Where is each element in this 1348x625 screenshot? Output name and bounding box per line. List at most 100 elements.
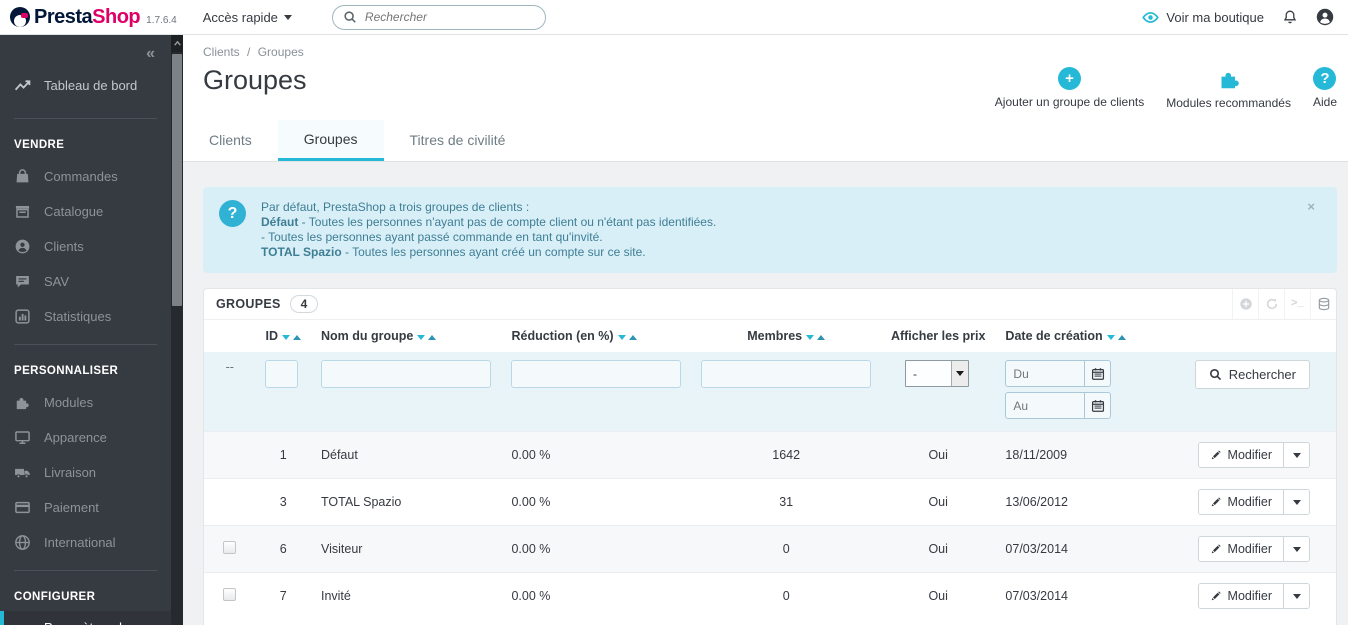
sidebar-section-configurer: CONFIGURER — [14, 591, 96, 603]
calendar-icon[interactable] — [1084, 361, 1110, 386]
sort-desc-icon — [617, 335, 626, 340]
modify-button[interactable]: Modifier — [1198, 537, 1283, 561]
breadcrumb-current: Groupes — [257, 45, 304, 59]
add-group-label: Ajouter un groupe de clients — [994, 95, 1145, 109]
sort-icons[interactable] — [617, 329, 637, 343]
modify-button[interactable]: Modifier — [1198, 584, 1283, 608]
sidebar-collapse-icon[interactable]: « — [146, 45, 155, 62]
plus-circle-icon: + — [1058, 67, 1082, 90]
show-prices-filter-select[interactable]: - — [904, 360, 969, 387]
sort-icons[interactable] — [417, 329, 437, 343]
reduction-filter-input[interactable] — [511, 360, 682, 388]
modify-button[interactable]: Modifier — [1198, 490, 1283, 514]
sidebar-item-sav[interactable]: SAV — [0, 264, 171, 299]
sidebar-item-statistiques[interactable]: Statistiques — [0, 299, 171, 334]
row-actions-dropdown[interactable] — [1283, 584, 1309, 608]
sidebar-item-label: Tableau de bord — [44, 78, 138, 93]
brand-shop: Shop — [92, 5, 141, 28]
puzzle-icon — [1217, 67, 1241, 91]
chat-bubble-icon — [14, 273, 31, 290]
account-avatar-icon[interactable] — [1316, 8, 1334, 26]
sidebar-scrollbar[interactable] — [171, 35, 183, 625]
tab-clients[interactable]: Clients — [183, 120, 278, 161]
database-icon[interactable] — [1310, 289, 1336, 319]
sort-asc-icon — [428, 335, 437, 340]
name-filter-input[interactable] — [320, 360, 492, 388]
cell-members: 0 — [691, 572, 881, 619]
column-created[interactable]: Date de création — [995, 320, 1184, 352]
row-actions-dropdown[interactable] — [1283, 443, 1309, 467]
notifications-bell-icon[interactable] — [1282, 9, 1298, 25]
sidebar-item-label: Paramètres de la boutique — [44, 620, 138, 625]
modify-button[interactable]: Modifier — [1198, 443, 1283, 467]
search-input[interactable] — [364, 10, 515, 24]
tab-titres-de-civilite[interactable]: Titres de civilité — [384, 120, 532, 161]
members-filter-input[interactable] — [701, 360, 871, 388]
puzzle-icon — [14, 394, 31, 411]
recommended-modules-button[interactable]: Modules recommandés — [1166, 67, 1291, 110]
date-to-input[interactable] — [1006, 393, 1085, 418]
cell-id: 1 — [255, 431, 311, 479]
sidebar-item-modules[interactable]: Modules — [0, 385, 171, 420]
date-from-input[interactable] — [1006, 361, 1085, 386]
sort-icons[interactable] — [281, 329, 301, 343]
global-search[interactable] — [331, 4, 546, 30]
info-alert: ? Par défaut, PrestaShop a trois groupes… — [203, 187, 1337, 273]
sort-asc-icon — [292, 335, 301, 340]
table-row[interactable]: 6 Visiteur 0.00 % 0 Oui 07/03/2014 Modif… — [204, 525, 1336, 573]
calendar-icon[interactable] — [1084, 393, 1110, 418]
tabbar: Clients Groupes Titres de civilité — [183, 120, 1348, 162]
table-row[interactable]: 3 TOTAL Spazio 0.00 % 31 Oui 13/06/2012 — [204, 478, 1336, 526]
help-button[interactable]: ? Aide — [1313, 67, 1337, 110]
filter-row: -- - Du Au Rechercher — [204, 352, 1336, 432]
trending-up-icon — [14, 77, 31, 94]
row-actions-dropdown[interactable] — [1283, 537, 1309, 561]
shopping-bag-icon — [14, 168, 31, 185]
filter-search-button[interactable]: Rechercher — [1194, 360, 1310, 389]
sidebar-item-apparence[interactable]: Apparence — [0, 420, 171, 455]
table-row[interactable]: 7 Invité 0.00 % 0 Oui 07/03/2014 Modifie… — [204, 572, 1336, 619]
prestashop-logo[interactable]: Presta Shop 1.7.6.4 — [10, 6, 177, 29]
breadcrumb-parent[interactable]: Clients — [203, 45, 240, 59]
add-group-button[interactable]: + Ajouter un groupe de clients — [995, 67, 1144, 110]
eye-icon — [1142, 9, 1160, 26]
sidebar-item-international[interactable]: International — [0, 525, 171, 560]
topbar: Presta Shop 1.7.6.4 Accès rapide Voir ma… — [0, 0, 1348, 35]
id-filter-input[interactable] — [265, 360, 299, 388]
console-icon[interactable]: >_ — [1284, 289, 1310, 319]
refresh-icon[interactable] — [1258, 289, 1284, 319]
scrollbar-up-icon[interactable] — [171, 35, 183, 52]
sidebar-item-commandes[interactable]: Commandes — [0, 159, 171, 194]
sidebar-item-dashboard[interactable]: Tableau de bord — [0, 65, 171, 108]
column-name[interactable]: Nom du groupe — [311, 320, 502, 352]
row-checkbox[interactable] — [223, 541, 237, 554]
version-label: 1.7.6.4 — [146, 14, 177, 26]
sidebar-item-paiement[interactable]: Paiement — [0, 490, 171, 525]
row-checkbox[interactable] — [223, 588, 237, 601]
sort-icons[interactable] — [1106, 329, 1126, 343]
table-row[interactable]: 1 Défaut 0.00 % 1642 Oui 18/11/2009 Modi… — [204, 431, 1336, 479]
sidebar-item-label: Paiement — [44, 500, 99, 515]
sidebar-item-label: Modules — [44, 395, 94, 410]
breadcrumb-separator: / — [247, 45, 251, 59]
sidebar-item-livraison[interactable]: Livraison — [0, 455, 171, 490]
groups-table: ID Nom du groupe Réduction (en %) Membre… — [204, 320, 1336, 619]
close-icon[interactable]: × — [1307, 199, 1315, 214]
sort-icons[interactable] — [806, 329, 826, 343]
alert-line: - Toutes les personnes ayant passé comma… — [261, 230, 603, 244]
add-icon[interactable] — [1232, 289, 1258, 319]
row-actions-dropdown[interactable] — [1283, 490, 1309, 514]
view-shop-link[interactable]: Voir ma boutique — [1142, 9, 1264, 26]
scrollbar-thumb[interactable] — [172, 54, 182, 306]
column-members[interactable]: Membres — [691, 320, 881, 352]
sidebar-item-clients[interactable]: Clients — [0, 229, 171, 264]
sidebar-item-catalogue[interactable]: Catalogue — [0, 194, 171, 229]
column-id[interactable]: ID — [255, 320, 311, 352]
divider — [14, 118, 157, 119]
quick-access-dropdown[interactable]: Accès rapide — [203, 10, 292, 25]
column-reduction[interactable]: Réduction (en %) — [501, 320, 691, 352]
sidebar-item-parametres-boutique[interactable]: Paramètres de la boutique — [0, 611, 171, 625]
cell-reduction: 0.00 % — [501, 431, 692, 479]
tab-groupes[interactable]: Groupes — [277, 120, 384, 161]
filter-dash: -- — [225, 360, 234, 374]
